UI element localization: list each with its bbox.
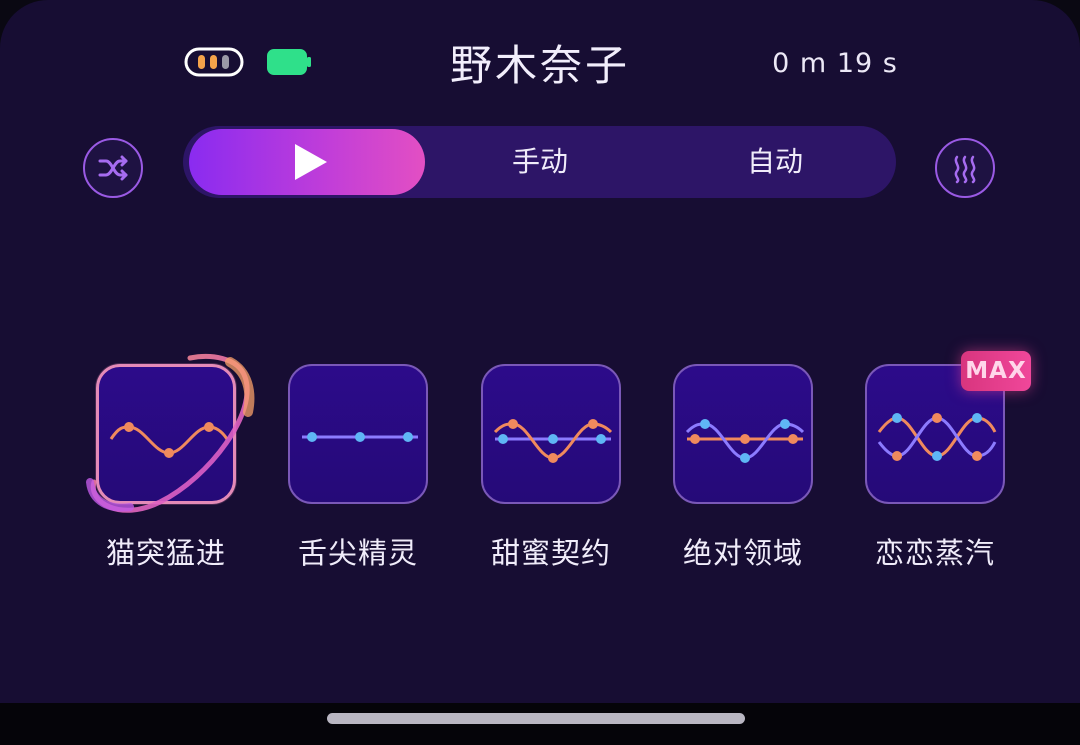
heat-button[interactable] bbox=[935, 138, 995, 198]
wave-pattern-icon bbox=[109, 422, 229, 458]
pattern-label: 恋恋蒸汽 bbox=[874, 536, 995, 570]
pattern-tile[interactable] bbox=[673, 364, 813, 504]
tab-manual[interactable]: 手动 bbox=[440, 129, 640, 195]
pattern-item-3[interactable]: 甜蜜契约 bbox=[481, 364, 621, 570]
home-indicator[interactable] bbox=[327, 713, 745, 724]
play-icon bbox=[295, 144, 327, 180]
pattern-item-2[interactable]: 舌尖精灵 bbox=[288, 364, 428, 570]
tab-auto[interactable]: 自动 bbox=[675, 129, 875, 195]
shuffle-icon bbox=[98, 155, 128, 181]
pattern-label: 猫突猛进 bbox=[105, 536, 226, 570]
shuffle-button[interactable] bbox=[83, 138, 143, 198]
control-panel: 野木奈子 0 m 19 s 手动 自动 猫突猛进 舌尖精灵 甜蜜契约 绝对领域 … bbox=[0, 0, 1080, 703]
wave-pattern-icon bbox=[302, 432, 418, 442]
pattern-item-4[interactable]: 绝对领域 bbox=[673, 364, 813, 570]
session-timer: 0 m 19 s bbox=[772, 48, 898, 79]
pattern-label: 舌尖精灵 bbox=[297, 536, 418, 570]
battery-icon bbox=[267, 49, 311, 75]
signal-dots-icon bbox=[184, 47, 244, 77]
pattern-item-1[interactable]: 猫突猛进 bbox=[96, 364, 236, 570]
max-badge: MAX bbox=[961, 351, 1031, 391]
pattern-label: 绝对领域 bbox=[682, 536, 803, 570]
pattern-label: 甜蜜契约 bbox=[490, 536, 611, 570]
pattern-tile[interactable] bbox=[96, 364, 236, 504]
pattern-tile[interactable] bbox=[481, 364, 621, 504]
wave-pattern-icon bbox=[685, 419, 805, 463]
page-title: 野木奈子 bbox=[449, 41, 630, 90]
pattern-tile[interactable] bbox=[288, 364, 428, 504]
system-nav-bar bbox=[0, 703, 1080, 745]
tab-play[interactable] bbox=[189, 129, 425, 195]
heat-wave-icon bbox=[954, 155, 976, 184]
wave-pattern-icon bbox=[493, 419, 613, 463]
